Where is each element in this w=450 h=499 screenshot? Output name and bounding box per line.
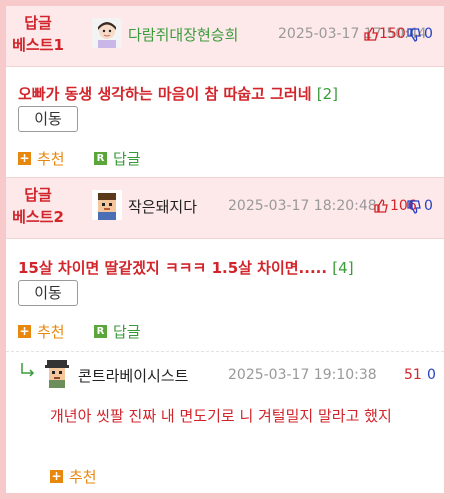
reply-count[interactable]: [2] (317, 85, 338, 103)
move-button[interactable]: 이동 (18, 280, 78, 306)
nickname[interactable]: 작은돼지다 (128, 196, 197, 217)
recommend-label: 추천 (37, 323, 65, 341)
nickname[interactable]: 콘트라베이시스트 (78, 365, 188, 386)
thumbs-up-icon[interactable] (374, 199, 388, 213)
reply-label: 답글 (113, 323, 141, 341)
avatar-icon (92, 18, 122, 48)
recommend-button[interactable]: + 추천 (50, 466, 97, 487)
avatar[interactable] (92, 18, 122, 48)
reply-date: 2025-03-17 19:10:38 (228, 367, 377, 383)
recommend-label: 추천 (69, 468, 97, 486)
thumbs-up-icon[interactable] (364, 27, 378, 41)
reply-icon: R (94, 152, 107, 165)
upvote-count: 51 (404, 367, 422, 383)
reply-button[interactable]: R 답글 (94, 148, 141, 169)
downvote-count: 0 (424, 198, 433, 214)
reply-button[interactable]: R 답글 (94, 321, 141, 342)
best-label: 답글 베스트1 (12, 14, 64, 54)
avatar[interactable] (42, 358, 72, 388)
move-button[interactable]: 이동 (18, 106, 78, 132)
avatar-icon (42, 358, 72, 388)
downvote-count: 0 (427, 367, 436, 383)
recommend-button[interactable]: + 추천 (18, 148, 65, 169)
comment-list: 답글 베스트1 다람쥐대장현승희 2025-03-17 17:50:44 150… (6, 6, 444, 493)
thumbs-down-icon[interactable] (407, 28, 421, 42)
best-comment-header-1: 답글 베스트1 다람쥐대장현승희 2025-03-17 17:50:44 150… (6, 6, 444, 67)
upvote-count: 150 (379, 26, 406, 42)
nickname[interactable]: 다람쥐대장현승희 (128, 24, 238, 45)
comment-body: 15살 차이면 딸같겠지 ㅋㅋㅋ 1.5살 차이면..... [4] (18, 259, 354, 277)
recommend-label: 추천 (37, 150, 65, 168)
recommend-button[interactable]: + 추천 (18, 321, 65, 342)
avatar[interactable] (92, 190, 122, 220)
downvote-count: 0 (424, 26, 433, 42)
reply-icon: R (94, 325, 107, 338)
plus-icon: + (18, 151, 31, 165)
divider (6, 351, 444, 353)
reply-count[interactable]: [4] (332, 259, 353, 277)
comment-date: 2025-03-17 18:20:48 (228, 198, 377, 214)
comment-body: 오빠가 동생 생각하는 마음이 참 따숩고 그러네 [2] (18, 85, 339, 103)
thumbs-down-icon[interactable] (407, 200, 421, 214)
avatar-icon (92, 190, 122, 220)
best-label: 답글 베스트2 (12, 186, 64, 226)
reply-arrow-icon (21, 363, 35, 377)
reply-label: 답글 (113, 150, 141, 168)
best-comment-header-2: 답글 베스트2 작은돼지다 2025-03-17 18:20:48 106 0 (6, 177, 444, 239)
plus-icon: + (18, 324, 31, 338)
plus-icon: + (50, 469, 63, 483)
reply-body: 개년아 씻팔 진짜 내 면도기로 니 겨털밀지 말라고 했지 (50, 407, 392, 425)
